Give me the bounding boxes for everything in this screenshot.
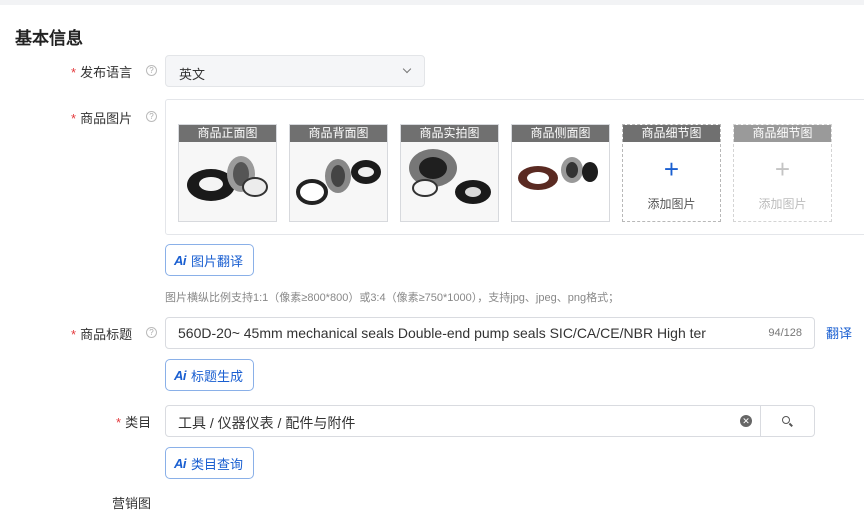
add-image-label: 添加图片 bbox=[758, 197, 807, 211]
char-counter: 94/128 bbox=[768, 327, 802, 339]
seal-photo bbox=[518, 157, 598, 190]
category-input[interactable]: 工具 / 仪器仪表 / 配件与附件 ✕ bbox=[165, 405, 815, 437]
search-icon bbox=[782, 416, 790, 424]
language-select[interactable]: 英文 bbox=[165, 55, 425, 87]
slot-caption: 商品实拍图 bbox=[401, 125, 498, 142]
images-label: * 商品图片 bbox=[71, 111, 133, 126]
title-value: 560D-20~ 45mm mechanical seals Double-en… bbox=[178, 325, 706, 341]
slot-caption: 商品侧面图 bbox=[512, 125, 609, 142]
slot-caption: 商品正面图 bbox=[179, 125, 276, 142]
top-divider bbox=[0, 0, 864, 5]
image-slot-detail[interactable]: 商品细节图 + 添加图片 bbox=[622, 124, 721, 222]
title-input[interactable]: 560D-20~ 45mm mechanical seals Double-en… bbox=[165, 317, 815, 349]
slot-caption: 商品背面图 bbox=[290, 125, 387, 142]
title-label: * 商品标题 bbox=[71, 327, 133, 342]
category-value: 工具 / 仪器仪表 / 配件与附件 bbox=[178, 415, 356, 431]
plus-icon: + bbox=[663, 154, 680, 184]
language-value: 英文 bbox=[179, 67, 206, 82]
ai-icon: Ai bbox=[174, 455, 187, 471]
slot-caption: 商品细节图 bbox=[734, 125, 831, 142]
help-icon[interactable]: ? bbox=[146, 65, 157, 76]
ai-icon: Ai bbox=[174, 252, 187, 268]
next-field-label: 营销图 bbox=[112, 496, 152, 511]
image-hint: 图片横纵比例支持1:1（像素≥800*800）或3:4（像素≥750*1000）… bbox=[165, 292, 620, 304]
category-query-button[interactable]: Ai 类目查询 bbox=[165, 447, 255, 479]
language-label: * 发布语言 bbox=[71, 65, 133, 80]
image-slot-back[interactable]: 商品背面图 bbox=[289, 124, 388, 222]
plus-icon: + bbox=[774, 154, 791, 184]
slot-caption: 商品细节图 bbox=[623, 125, 720, 142]
translate-link[interactable]: 翻译 bbox=[826, 323, 852, 342]
title-generate-button[interactable]: Ai 标题生成 bbox=[165, 359, 255, 391]
seal-photo bbox=[409, 149, 491, 204]
image-slot-front[interactable]: 商品正面图 bbox=[178, 124, 277, 222]
clear-icon[interactable]: ✕ bbox=[740, 415, 752, 427]
ai-icon: Ai bbox=[174, 367, 187, 383]
image-slot-real[interactable]: 商品实拍图 bbox=[400, 124, 499, 222]
chevron-down-icon bbox=[402, 64, 412, 74]
image-translate-button[interactable]: Ai 图片翻译 bbox=[165, 244, 255, 276]
add-image-label: 添加图片 bbox=[647, 197, 696, 211]
category-search-button[interactable] bbox=[760, 406, 814, 436]
category-label: * 类目 bbox=[116, 415, 152, 430]
section-title: 基本信息 bbox=[15, 29, 83, 48]
help-icon[interactable]: ? bbox=[146, 327, 157, 338]
image-slot-detail-disabled: 商品细节图 + 添加图片 bbox=[733, 124, 832, 222]
seal-photo bbox=[187, 156, 268, 201]
seal-photo bbox=[296, 159, 381, 205]
image-slot-side[interactable]: 商品侧面图 bbox=[511, 124, 610, 222]
help-icon[interactable]: ? bbox=[146, 111, 157, 122]
